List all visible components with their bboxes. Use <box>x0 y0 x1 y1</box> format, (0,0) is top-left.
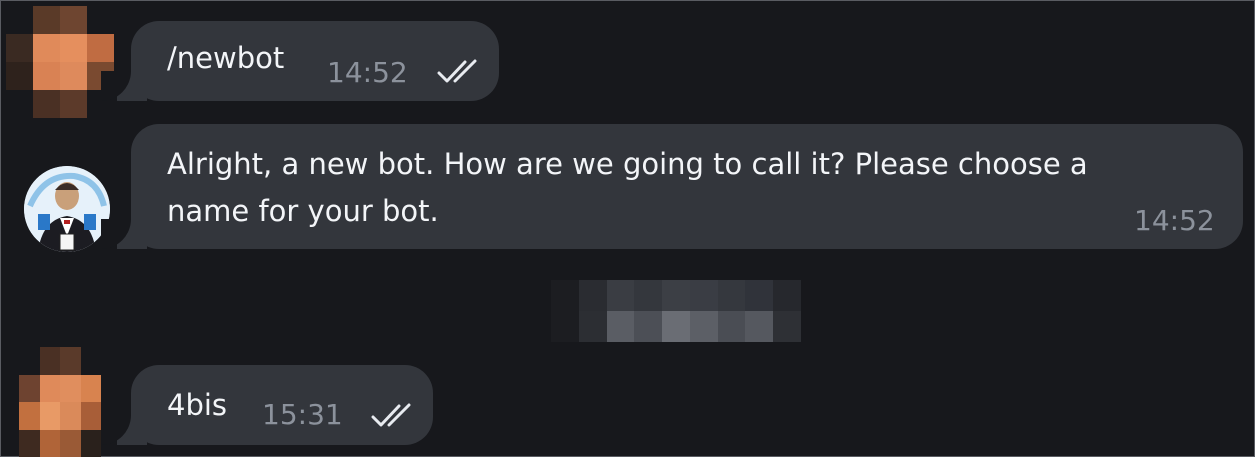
double-check-icon <box>371 403 411 427</box>
date-separator-blurred <box>551 280 801 342</box>
bot-avatar[interactable] <box>24 166 110 252</box>
double-check-icon <box>437 59 477 83</box>
user-avatar[interactable] <box>19 347 101 457</box>
message-time: 14:52 <box>327 56 408 89</box>
message-bubble-outgoing[interactable]: /newbot 14:52 <box>101 21 499 101</box>
message-text-line1: Alright, a new bot. How are we going to … <box>167 147 1088 181</box>
message-bubble-incoming[interactable]: Alright, a new bot. How are we going to … <box>101 124 1243 249</box>
message-text-line2: name for your bot. <box>167 194 439 228</box>
message-time: 15:31 <box>262 398 343 431</box>
message-text: 4bis <box>167 388 228 422</box>
user-avatar[interactable] <box>6 6 114 118</box>
message-bubble-outgoing[interactable]: 4bis 15:31 <box>101 365 433 445</box>
message-text: /newbot <box>167 41 285 75</box>
botfather-avatar <box>24 166 110 252</box>
message-time: 14:52 <box>1134 204 1215 237</box>
